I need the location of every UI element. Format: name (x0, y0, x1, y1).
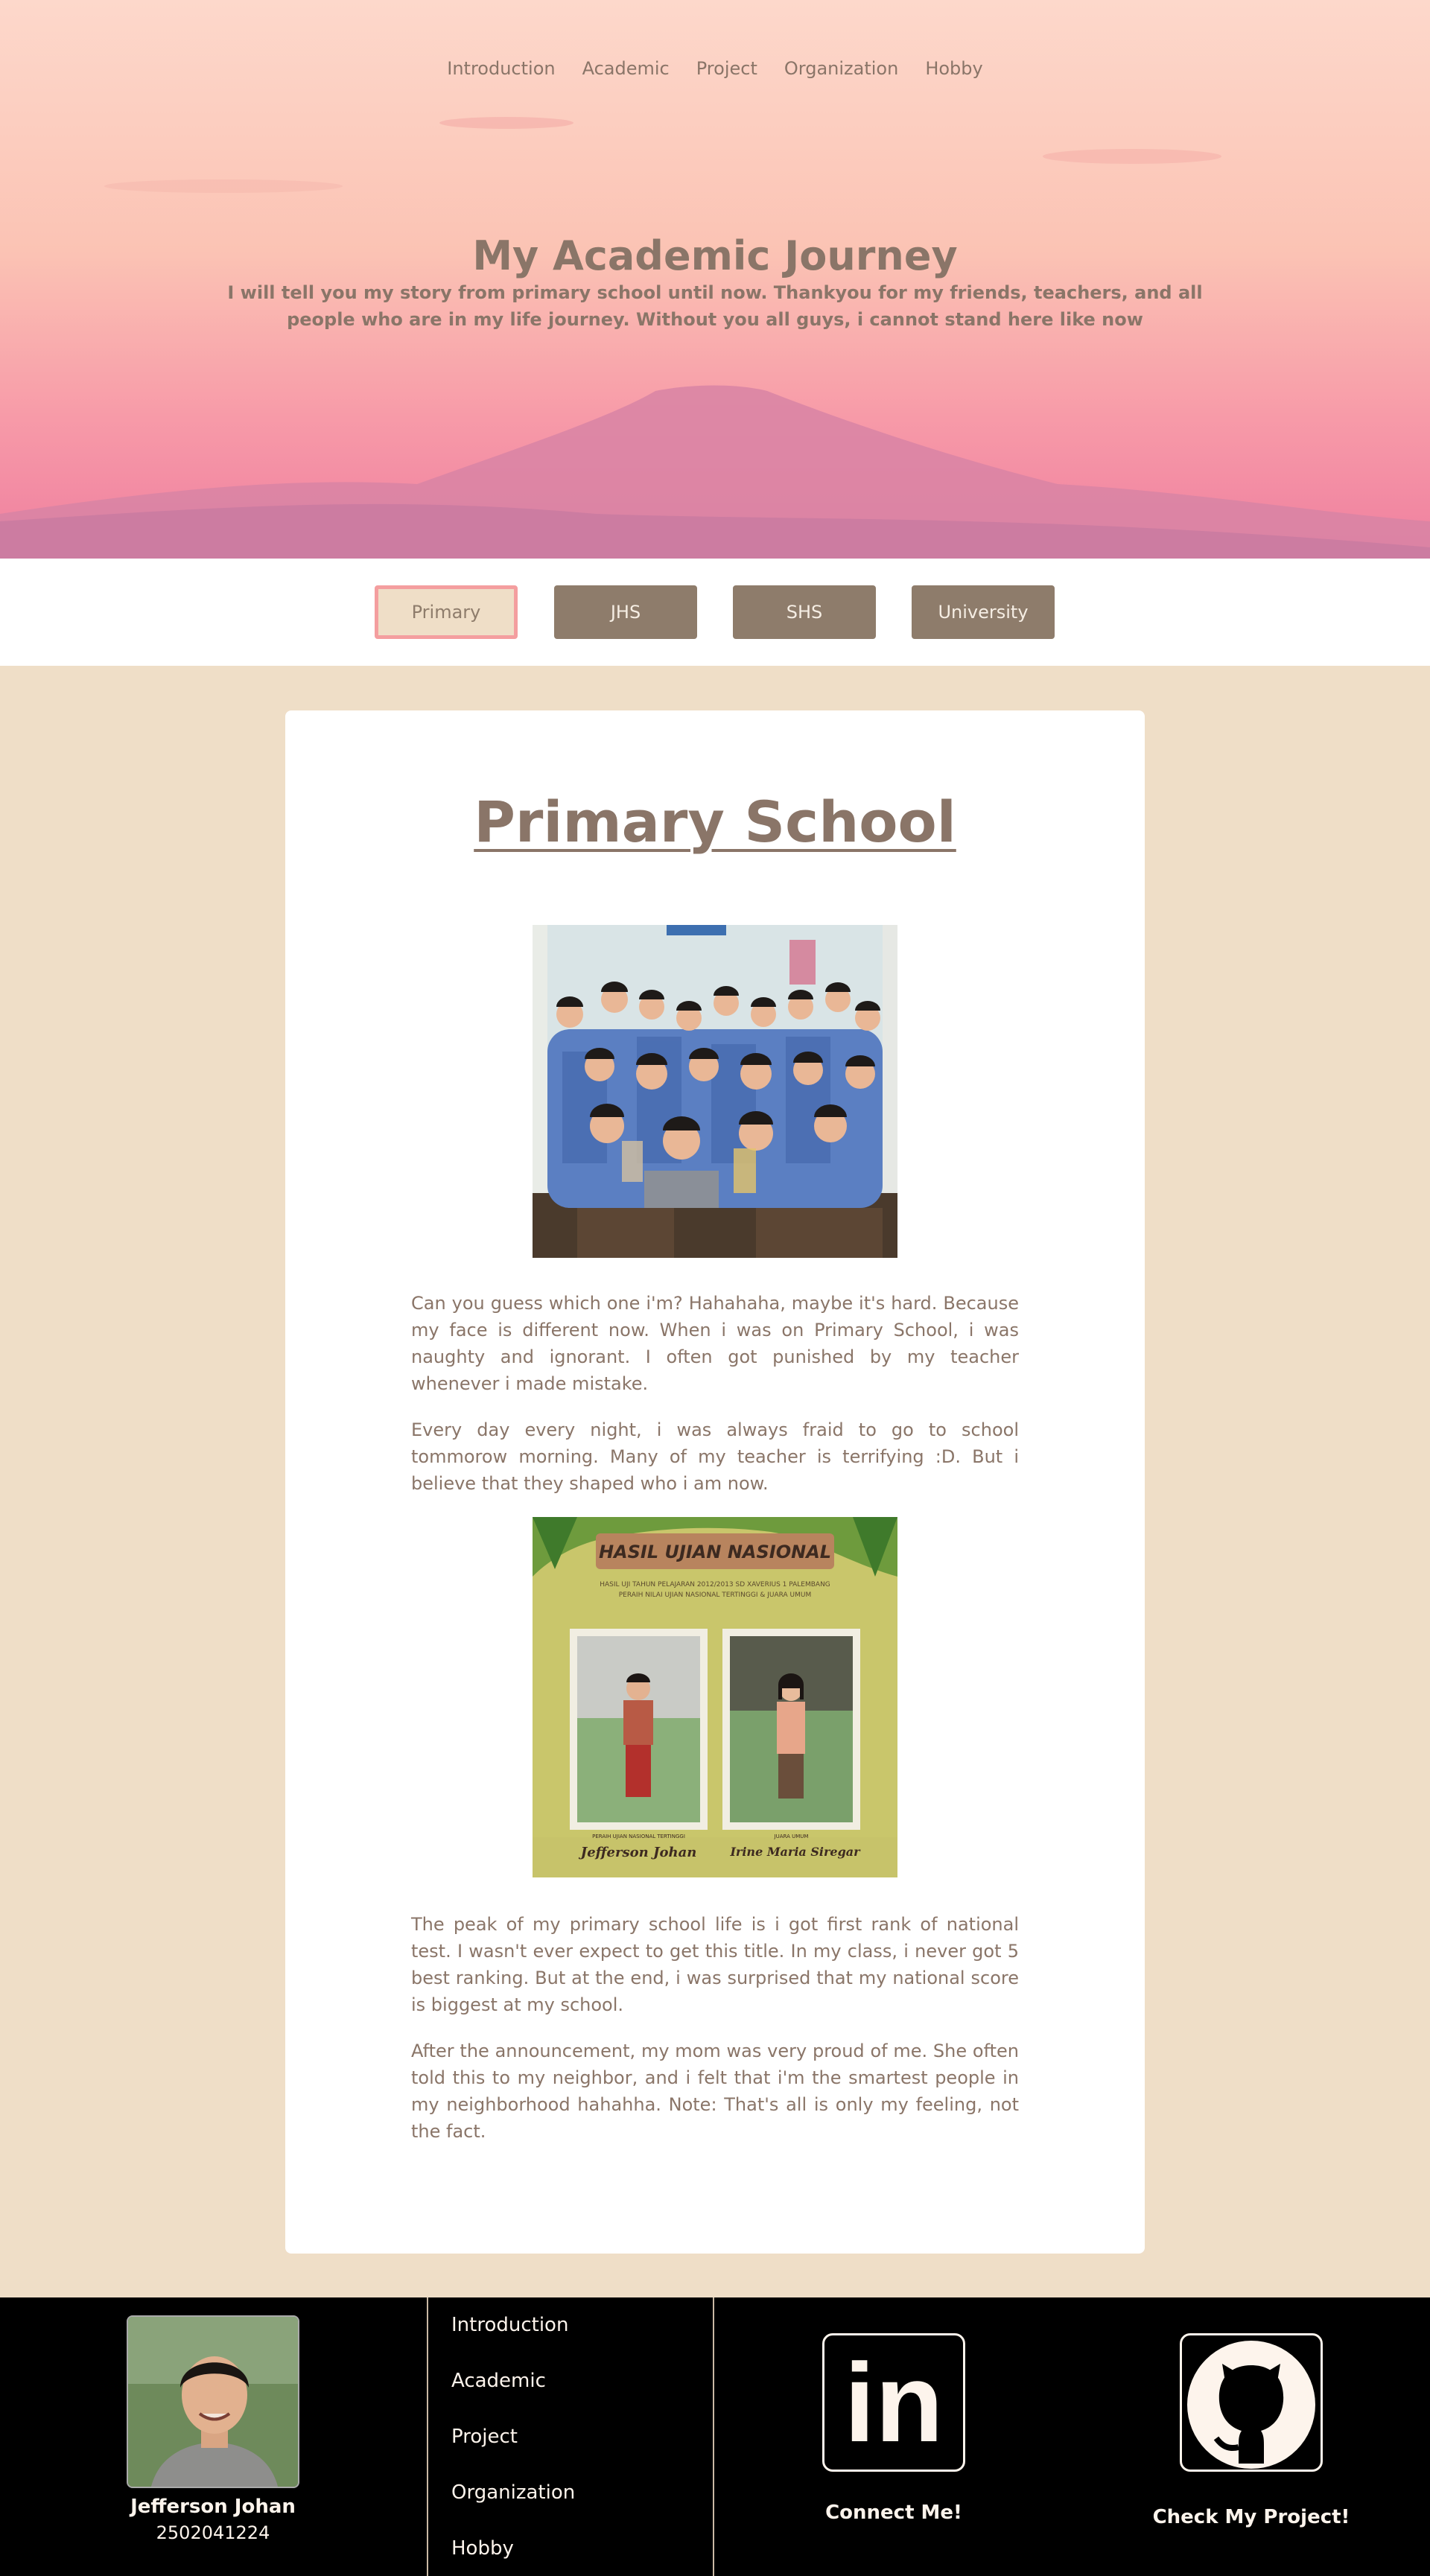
footer-link-introduction[interactable]: Introduction (451, 2314, 575, 2370)
footer-link-hobby[interactable]: Hobby (451, 2537, 575, 2576)
nav-introduction[interactable]: Introduction (447, 58, 555, 79)
poster-caption-right: JUARA UMUM (774, 1834, 809, 1839)
poster-name-left: Jefferson Johan (580, 1845, 697, 1860)
section-title: Primary School (474, 789, 956, 855)
profile-id: 2502041224 (156, 2522, 270, 2543)
class-photo (533, 925, 897, 1258)
school-level-tabs: Primary JHS SHS University (0, 559, 1430, 666)
linkedin-icon-text: in (844, 2340, 944, 2465)
connect-me-link[interactable]: Connect Me! (782, 2502, 1005, 2524)
paragraph-2: Every day every night, i was always frai… (411, 1419, 1019, 1494)
paragraph-4: After the announcement, my mom was very … (411, 2041, 1019, 2142)
tab-jhs[interactable]: JHS (554, 585, 697, 639)
page-title: My Academic Journey (472, 232, 958, 279)
poster-caption-left: PERAIH UJIAN NASIONAL TERTINGGI (592, 1834, 685, 1839)
check-project-link[interactable]: Check My Project! (1140, 2506, 1363, 2528)
tab-primary[interactable]: Primary (375, 585, 518, 639)
content-card: Primary School Can you guess which one i… (285, 710, 1145, 2254)
footer-divider (713, 2297, 714, 2576)
footer: Jefferson Johan 2502041224 Introduction … (0, 2297, 1430, 2576)
poster-name-right: Irine Maria Siregar (730, 1845, 860, 1859)
hero-banner: Introduction Academic Project Organizati… (0, 0, 1430, 559)
poster-line-1: HASIL UJI TAHUN PELAJARAN 2012/2013 SD X… (600, 1581, 830, 1588)
tab-shs[interactable]: SHS (733, 585, 876, 639)
footer-link-project[interactable]: Project (451, 2426, 575, 2481)
nav-hobby[interactable]: Hobby (925, 58, 982, 79)
top-navigation: Introduction Academic Project Organizati… (0, 58, 1430, 79)
profile-name: Jefferson Johan (130, 2496, 296, 2518)
footer-navigation: Introduction Academic Project Organizati… (451, 2314, 575, 2576)
nav-academic[interactable]: Academic (582, 58, 670, 79)
page-subtitle: I will tell you my story from primary sc… (227, 282, 1203, 330)
github-icon[interactable] (1180, 2333, 1323, 2472)
poster-heading: HASIL UJIAN NASIONAL (598, 1542, 832, 1562)
nav-organization[interactable]: Organization (784, 58, 898, 79)
profile-photo (127, 2315, 299, 2488)
footer-link-academic[interactable]: Academic (451, 2370, 575, 2426)
linkedin-icon[interactable]: in (822, 2333, 965, 2472)
footer-divider (427, 2297, 428, 2576)
nav-project[interactable]: Project (696, 58, 757, 79)
footer-link-organization[interactable]: Organization (451, 2481, 575, 2537)
national-exam-poster: HASIL UJIAN NASIONAL HASIL UJI TAHUN PEL… (533, 1517, 897, 1877)
paragraph-1: Can you guess which one i'm? Hahahaha, m… (411, 1293, 1019, 1394)
poster-line-2: PERAIH NILAI UJIAN NASIONAL TERTINGGI & … (618, 1591, 812, 1599)
tab-university[interactable]: University (912, 585, 1055, 639)
paragraph-3: The peak of my primary school life is i … (411, 1914, 1019, 2015)
